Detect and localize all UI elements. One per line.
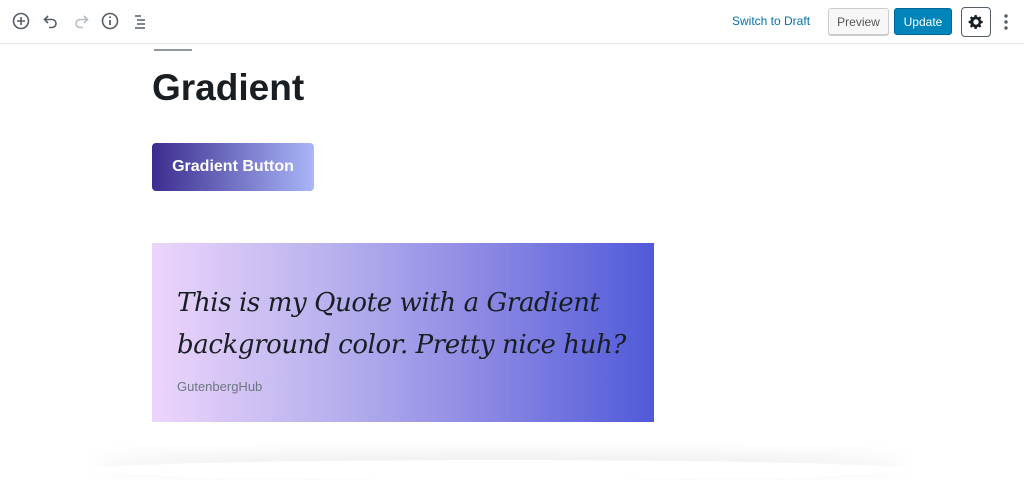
panel-shadow <box>90 460 910 480</box>
update-button-label: Update <box>903 14 943 29</box>
more-options-button[interactable] <box>998 11 1014 33</box>
preview-button[interactable]: Preview <box>828 8 889 35</box>
vertical-ellipsis-icon <box>1004 14 1008 30</box>
undo-icon[interactable] <box>39 9 63 33</box>
gradient-button[interactable]: Gradient Button <box>152 143 314 191</box>
switch-to-draft-button[interactable]: Switch to Draft <box>732 14 810 28</box>
gear-icon <box>968 14 983 30</box>
gradient-button-label: Gradient Button <box>172 158 294 175</box>
editor-toolbar: Switch to Draft Preview Update <box>0 0 1024 44</box>
preview-button-label: Preview <box>837 14 880 29</box>
quote-block[interactable]: This is my Quote with a Gradient backgro… <box>152 243 654 422</box>
heading-block[interactable]: Gradient <box>152 66 304 110</box>
update-button[interactable]: Update <box>894 8 952 35</box>
separator-block <box>154 49 192 51</box>
add-block-icon[interactable] <box>9 9 33 33</box>
quote-citation[interactable]: GutenbergHub <box>177 379 262 394</box>
info-icon[interactable] <box>98 9 122 33</box>
block-navigation-icon[interactable] <box>128 9 152 33</box>
quote-text[interactable]: This is my Quote with a Gradient backgro… <box>177 282 647 366</box>
settings-button[interactable] <box>961 7 991 37</box>
redo-icon[interactable] <box>69 9 93 33</box>
